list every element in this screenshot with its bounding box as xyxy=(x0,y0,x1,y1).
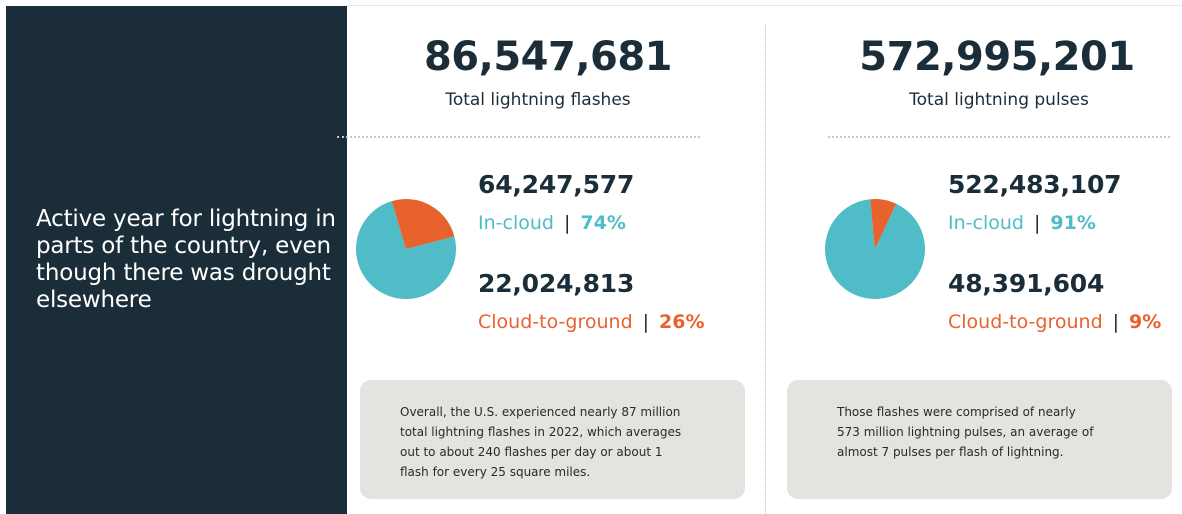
left-panel: Active year for lightning in parts of th… xyxy=(6,6,347,514)
pulses-dotted-rule xyxy=(828,136,1170,138)
flashes-ground-row: Cloud-to-ground | 26% xyxy=(478,311,705,333)
flashes-in-cloud-percent: 74% xyxy=(580,212,626,234)
separator: | xyxy=(1112,311,1120,333)
flashes-section: 86,547,681 Total lightning flashes 64,24… xyxy=(337,0,765,514)
flashes-note-text: Overall, the U.S. experienced nearly 87 … xyxy=(400,405,682,479)
headline: Active year for lightning in parts of th… xyxy=(36,206,336,313)
pulses-pie-chart xyxy=(825,199,925,299)
flashes-ground-value: 22,024,813 xyxy=(478,269,635,298)
pulses-ground-row: Cloud-to-ground | 9% xyxy=(948,311,1161,333)
separator: | xyxy=(563,212,571,234)
flashes-ground-percent: 26% xyxy=(659,311,705,333)
pulses-note-text: Those flashes were comprised of nearly 5… xyxy=(837,405,1094,459)
pulses-in-cloud-percent: 91% xyxy=(1050,212,1096,234)
flashes-pie-chart xyxy=(356,199,456,299)
total-flashes-value: 86,547,681 xyxy=(423,34,673,80)
flashes-in-cloud-label: In-cloud xyxy=(478,212,554,234)
pulses-in-cloud-label: In-cloud xyxy=(948,212,1024,234)
total-pulses-value: 572,995,201 xyxy=(859,34,1135,80)
flashes-note-box: Overall, the U.S. experienced nearly 87 … xyxy=(360,380,745,499)
total-flashes-label: Total lightning flashes xyxy=(445,90,631,110)
pulses-in-cloud-row: In-cloud | 91% xyxy=(948,212,1096,234)
separator: | xyxy=(1033,212,1041,234)
pulses-ground-percent: 9% xyxy=(1129,311,1162,333)
flashes-in-cloud-row: In-cloud | 74% xyxy=(478,212,626,234)
pulses-section: 572,995,201 Total lightning pulses 522,4… xyxy=(766,0,1182,514)
flashes-dotted-rule xyxy=(337,136,700,138)
flashes-in-cloud-value: 64,247,577 xyxy=(478,170,635,199)
total-pulses-label: Total lightning pulses xyxy=(909,90,1089,110)
separator: | xyxy=(642,311,650,333)
pulses-ground-value: 48,391,604 xyxy=(948,269,1105,298)
flashes-ground-label: Cloud-to-ground xyxy=(478,311,633,333)
pulses-ground-label: Cloud-to-ground xyxy=(948,311,1103,333)
pulses-note-box: Those flashes were comprised of nearly 5… xyxy=(787,380,1172,499)
pulses-in-cloud-value: 522,483,107 xyxy=(948,170,1122,199)
